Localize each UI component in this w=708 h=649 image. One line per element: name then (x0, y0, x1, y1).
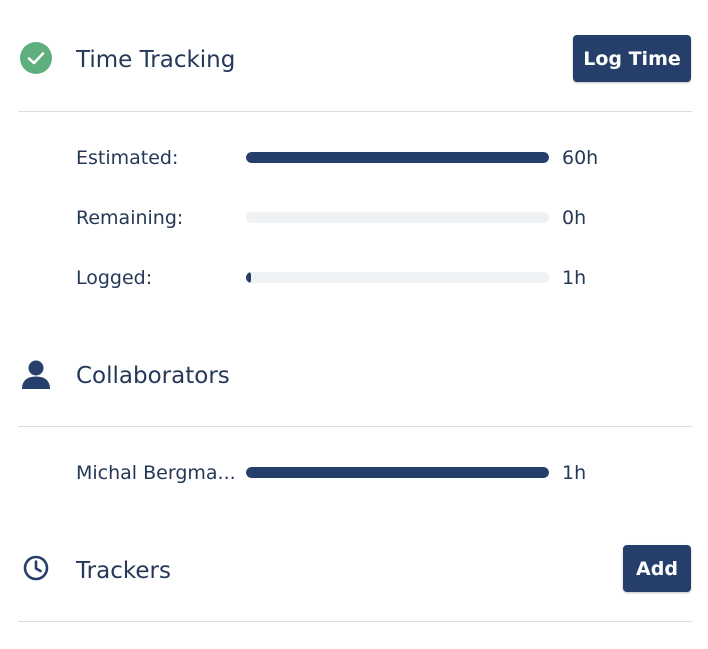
logged-value: 1h (562, 267, 587, 289)
trackers-header: Trackers Add (18, 534, 692, 610)
estimated-row: Estimated: 60h (76, 143, 696, 173)
logged-label: Logged: (76, 267, 153, 289)
estimated-bar (246, 152, 549, 163)
logged-bar-fill (246, 272, 252, 283)
remaining-row: Remaining: 0h (76, 203, 696, 233)
collaborators-title: Collaborators (76, 363, 230, 389)
trackers-divider (18, 621, 692, 622)
time-tracking-header: Time Tracking Log Time (18, 24, 692, 100)
logged-row: Logged: 1h (76, 263, 696, 293)
check-circle-icon (18, 40, 54, 76)
estimated-label: Estimated: (76, 147, 179, 169)
logged-bar (246, 272, 549, 283)
collaborators-divider (18, 426, 692, 427)
time-tracking-divider (18, 111, 692, 112)
remaining-label: Remaining: (76, 207, 184, 229)
time-tracking-title: Time Tracking (76, 47, 236, 73)
log-time-button[interactable]: Log Time (573, 35, 691, 82)
add-tracker-button[interactable]: Add (623, 545, 691, 592)
clock-icon (18, 550, 54, 586)
estimated-bar-fill (246, 152, 549, 163)
user-icon (18, 356, 54, 392)
collaborator-row: Michal Bergma... 1h (76, 458, 696, 488)
collaborator-value: 1h (562, 462, 587, 484)
collaborators-header: Collaborators (18, 340, 692, 416)
estimated-value: 60h (562, 147, 599, 169)
remaining-value: 0h (562, 207, 587, 229)
remaining-bar (246, 212, 549, 223)
collaborator-name: Michal Bergma... (76, 462, 236, 484)
collaborator-bar (246, 467, 549, 478)
collaborator-bar-fill (246, 467, 549, 478)
trackers-title: Trackers (76, 558, 171, 584)
